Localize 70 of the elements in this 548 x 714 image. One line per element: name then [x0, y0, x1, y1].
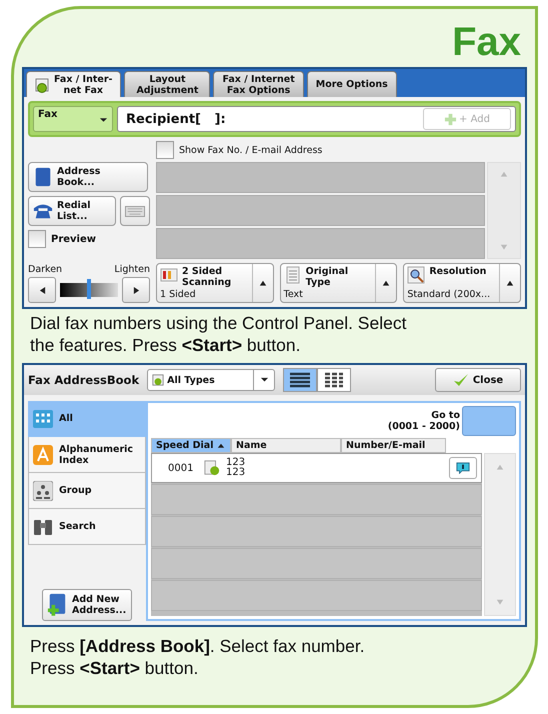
letter-a-icon: [33, 444, 53, 464]
up-arrow-icon: [382, 280, 390, 286]
info-icon: [456, 462, 470, 474]
add-address-button[interactable]: Add New Address...: [42, 589, 132, 621]
list-view-button[interactable]: [283, 368, 318, 392]
plus-icon: [444, 112, 458, 126]
scroll-bar[interactable]: [484, 453, 516, 616]
people-icon: [33, 408, 53, 428]
feature-button[interactable]: Resolution Standard (200x...: [403, 263, 522, 303]
feature-button[interactable]: Original Type Text: [280, 263, 398, 303]
caret-icon: [260, 377, 269, 383]
lighten-label: Lighten: [114, 264, 150, 275]
go-to-field[interactable]: [462, 406, 516, 436]
up-arrow-icon: [506, 280, 514, 286]
sidebar-item[interactable]: Group: [28, 473, 146, 509]
column-header[interactable]: Number/E-mail: [341, 438, 446, 453]
book-icon: [33, 167, 53, 187]
darken-label: Darken: [28, 264, 62, 275]
preview-checkbox[interactable]: Preview: [28, 230, 150, 248]
tab[interactable]: Fax / Internet Fax Options: [213, 71, 304, 97]
scroll-down-icon: [500, 244, 508, 250]
sidebar-item[interactable]: Search: [28, 509, 146, 545]
scroll-down-icon: [496, 598, 504, 605]
tab[interactable]: Layout Adjustment: [124, 71, 210, 97]
list-icon: [289, 372, 312, 388]
type-dropdown[interactable]: All Types: [147, 369, 276, 391]
instruction-text: Dial fax numbers using the Control Panel. Select the features. Press <Start> button.: [29, 312, 408, 357]
left-arrow-icon: [38, 286, 46, 294]
table-row[interactable]: 0001 123 123: [151, 453, 482, 483]
up-arrow-icon: [258, 280, 267, 286]
column-header[interactable]: Speed Dial: [151, 438, 231, 453]
fax-icon: [152, 374, 164, 386]
fax-icon: [35, 76, 51, 92]
grid-icon: [324, 372, 344, 388]
right-arrow-icon: [132, 286, 140, 294]
darker-button[interactable]: [28, 277, 56, 303]
sort-arrow-icon: [217, 442, 226, 448]
keyboard-icon: [125, 206, 145, 216]
fax-type-dropdown[interactable]: Fax: [33, 106, 113, 132]
grid-view-button[interactable]: [317, 368, 352, 392]
address-book-button[interactable]: Address Book...: [28, 162, 148, 192]
group-icon: [33, 480, 53, 500]
scroll-up-icon: [500, 171, 508, 178]
slider-thumb[interactable]: [87, 279, 91, 299]
instruction-text: Press [Address Book]. Select fax number. Press <Start> button.: [29, 635, 366, 680]
fax-icon: [204, 460, 220, 476]
info-button[interactable]: [449, 457, 477, 479]
sidebar-item[interactable]: All: [28, 401, 146, 437]
redial-list-button[interactable]: Redial List...: [28, 196, 116, 226]
close-button[interactable]: Close: [435, 368, 521, 392]
scroll-bar[interactable]: [487, 162, 521, 259]
name-cell-text: 123 123: [226, 458, 246, 478]
column-header[interactable]: Name: [231, 438, 341, 453]
tab[interactable]: Fax / Inter- net Fax: [26, 71, 122, 97]
magnifier-icon: [407, 266, 426, 284]
tab[interactable]: More Options: [306, 71, 397, 97]
feature-button[interactable]: 2 Sided Scanning 1 Sided: [156, 263, 274, 303]
lighter-button[interactable]: [122, 277, 150, 303]
page-title: Fax: [452, 21, 521, 63]
sidebar-item[interactable]: Alphanumeric Index: [28, 437, 146, 473]
pages-icon: [160, 266, 178, 284]
screen-title: Fax AddressBook: [28, 373, 140, 387]
keyboard-button[interactable]: [120, 196, 150, 226]
check-icon: [452, 373, 469, 387]
scroll-up-icon: [496, 464, 504, 470]
speed-dial-cell-text: 0001: [168, 462, 194, 474]
show-address-checkbox[interactable]: Show Fax No. / E-mail Address: [156, 140, 521, 160]
go-to-label: Go to (0001 - 2000): [388, 410, 460, 432]
add-book-icon: [47, 593, 67, 617]
document-icon: [284, 266, 302, 284]
